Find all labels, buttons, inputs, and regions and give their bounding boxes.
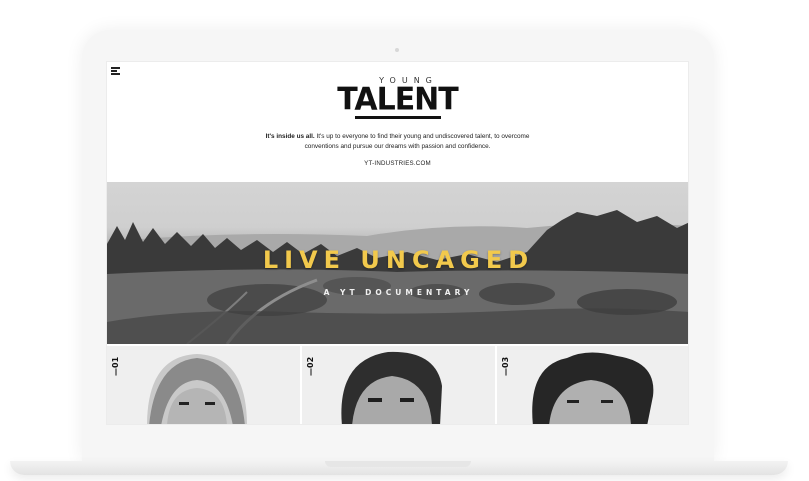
portrait-image-02 bbox=[341, 351, 442, 424]
talent-card-02[interactable]: —02 bbox=[302, 346, 495, 424]
hero-banner[interactable]: LIVE UNCAGED A YT DOCUMENTARY bbox=[107, 182, 688, 344]
site-logo[interactable]: YOUNG TALENT bbox=[107, 76, 688, 119]
portrait-image-01 bbox=[147, 354, 247, 424]
card-number-01: —01 bbox=[111, 356, 120, 376]
talent-cards: —01 —02 —03 bbox=[107, 344, 688, 424]
laptop-notch bbox=[325, 461, 471, 467]
portrait-image-03 bbox=[532, 352, 654, 424]
talent-card-03[interactable]: —03 bbox=[497, 346, 688, 424]
camera-dot bbox=[395, 48, 399, 52]
intro-line1: It's up to everyone to find their young … bbox=[314, 133, 530, 140]
hamburger-menu-icon[interactable] bbox=[111, 67, 120, 75]
card-number-03: —03 bbox=[501, 356, 510, 376]
logo-talent: TALENT bbox=[337, 81, 459, 118]
website-link[interactable]: YT-INDUSTRIES.COM bbox=[107, 160, 688, 167]
card-number-02: —02 bbox=[306, 356, 315, 376]
intro-lead: It's inside us all. bbox=[265, 133, 315, 140]
browser-screen: YOUNG TALENT It's inside us all. It's up… bbox=[106, 61, 689, 425]
hero-subtitle: A YT DOCUMENTARY bbox=[323, 288, 474, 297]
intro-text: It's inside us all. It's up to everyone … bbox=[107, 132, 688, 152]
hero-title: LIVE UNCAGED bbox=[262, 246, 535, 274]
talent-card-01[interactable]: —01 bbox=[107, 346, 300, 424]
intro-line2: conventions and pursue our dreams with p… bbox=[304, 143, 491, 150]
